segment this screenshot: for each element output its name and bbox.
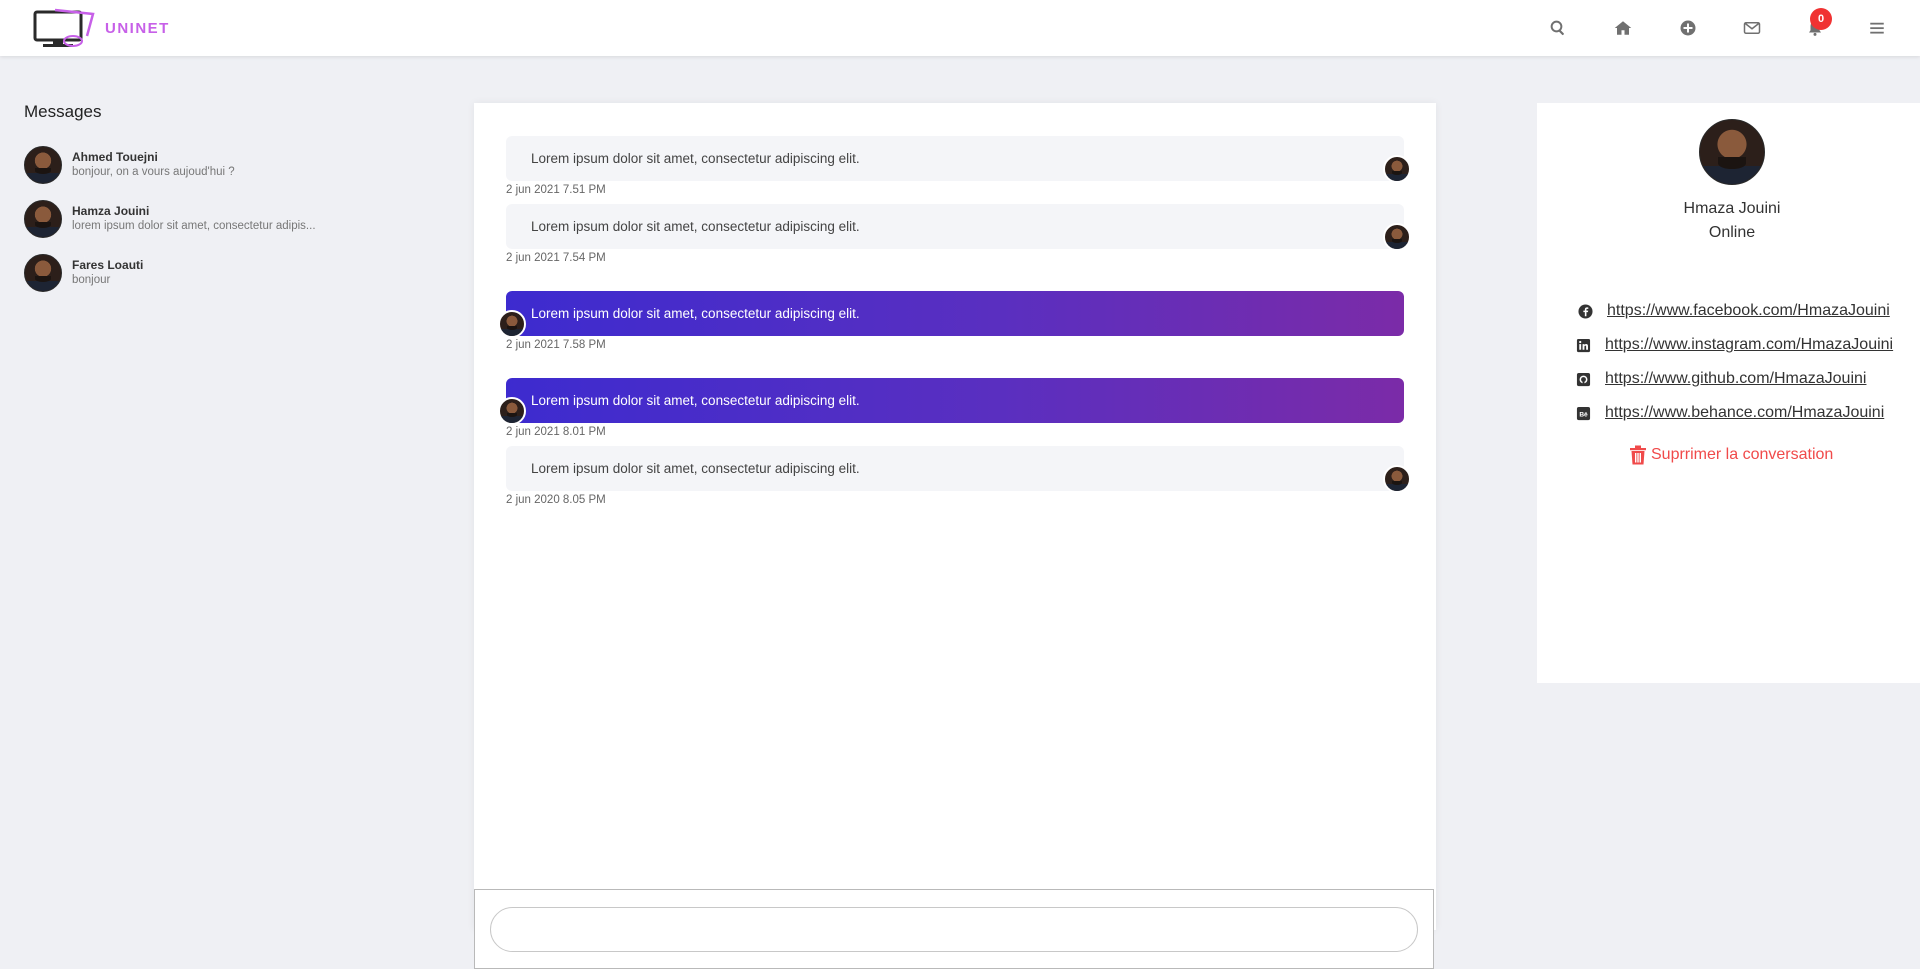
avatar [24, 200, 62, 238]
search-icon[interactable] [1546, 16, 1570, 40]
behance-link[interactable]: https://www.behance.com/HmazaJouini [1605, 404, 1884, 422]
chat-panel: Lorem ipsum dolor sit amet, consectetur … [474, 103, 1436, 930]
message-timestamp: 2 jun 2021 7.54 PM [506, 252, 606, 264]
profile-status: Online [1708, 224, 1756, 241]
behance-icon: Bē [1575, 405, 1591, 421]
messages-title: Messages [24, 102, 102, 121]
sent-message-bubble: Lorem ipsum dolor sit amet, consectetur … [506, 378, 1404, 423]
avatar [498, 310, 526, 338]
github-link-row: https://www.github.com/HmazaJouini [1575, 368, 1866, 390]
facebook-link-row: https://www.facebook.com/HmazaJouini [1577, 300, 1890, 322]
received-message-bubble: Lorem ipsum dolor sit amet, consectetur … [506, 136, 1404, 181]
envelope-icon[interactable] [1740, 16, 1764, 40]
facebook-icon [1577, 303, 1593, 319]
profile-name: Hmaza Jouini [1683, 200, 1781, 217]
chat-input-bar [474, 889, 1434, 969]
message-timestamp: 2 jun 2021 7.58 PM [506, 339, 606, 351]
message-text: Lorem ipsum dolor sit amet, consectetur … [531, 393, 860, 408]
conversation-name: Fares Loauti [72, 258, 144, 272]
conversation-preview: bonjour, on a vours aujoud'hui ? [72, 166, 235, 178]
avatar [498, 397, 526, 425]
avatar [1383, 155, 1411, 183]
avatar [24, 146, 62, 184]
message-input[interactable] [490, 907, 1418, 952]
linkedin-link-row: https://www.instagram.com/HmazaJouini [1575, 334, 1893, 356]
message-timestamp: 2 jun 2021 8.01 PM [506, 426, 606, 438]
profile-avatar [1699, 119, 1765, 185]
delete-conversation-button[interactable]: Suprrimer la conversation [1629, 445, 1833, 465]
github-link[interactable]: https://www.github.com/HmazaJouini [1605, 370, 1866, 388]
conversation-item[interactable]: Hamza Jouini lorem ipsum dolor sit amet,… [24, 197, 444, 241]
facebook-link[interactable]: https://www.facebook.com/HmazaJouini [1607, 302, 1890, 320]
home-icon[interactable] [1611, 16, 1635, 40]
instagram-link[interactable]: https://www.instagram.com/HmazaJouini [1605, 336, 1893, 354]
delete-conversation-label: Suprrimer la conversation [1651, 446, 1834, 463]
behance-link-row: Bē https://www.behance.com/HmazaJouini [1575, 402, 1884, 424]
avatar [1383, 465, 1411, 493]
top-navbar: UNINET 0 [0, 0, 1920, 56]
message-text: Lorem ipsum dolor sit amet, consectetur … [531, 219, 860, 234]
plus-circle-icon[interactable] [1676, 16, 1700, 40]
uninet-logo[interactable]: UNINET [33, 8, 183, 48]
svg-text:Bē: Bē [1579, 411, 1588, 418]
conversation-preview: bonjour [72, 274, 111, 286]
received-message-bubble: Lorem ipsum dolor sit amet, consectetur … [506, 446, 1404, 491]
conversation-item[interactable]: Ahmed Touejni bonjour, on a vours aujoud… [24, 143, 444, 187]
message-text: Lorem ipsum dolor sit amet, consectetur … [531, 306, 860, 321]
message-timestamp: 2 jun 2020 8.05 PM [506, 494, 606, 506]
message-text: Lorem ipsum dolor sit amet, consectetur … [531, 461, 860, 476]
message-text: Lorem ipsum dolor sit amet, consectetur … [531, 151, 860, 166]
conversation-name: Hamza Jouini [72, 204, 150, 218]
trash-icon [1630, 445, 1646, 465]
profile-panel: Hmaza Jouini Online https://www.facebook… [1537, 103, 1920, 683]
avatar [24, 254, 62, 292]
linkedin-icon [1575, 337, 1591, 353]
github-icon [1575, 371, 1591, 387]
sent-message-bubble: Lorem ipsum dolor sit amet, consectetur … [506, 291, 1404, 336]
received-message-bubble: Lorem ipsum dolor sit amet, consectetur … [506, 204, 1404, 249]
avatar [1383, 223, 1411, 251]
notification-badge: 0 [1810, 8, 1832, 30]
conversation-preview: lorem ipsum dolor sit amet, consectetur … [72, 220, 316, 232]
conversation-name: Ahmed Touejni [72, 150, 158, 164]
conversation-item[interactable]: Fares Loauti bonjour [24, 251, 444, 295]
monitor-logo-icon [33, 8, 95, 47]
logo-text: UNINET [105, 19, 170, 37]
message-timestamp: 2 jun 2021 7.51 PM [506, 184, 606, 196]
menu-icon[interactable] [1865, 16, 1889, 40]
